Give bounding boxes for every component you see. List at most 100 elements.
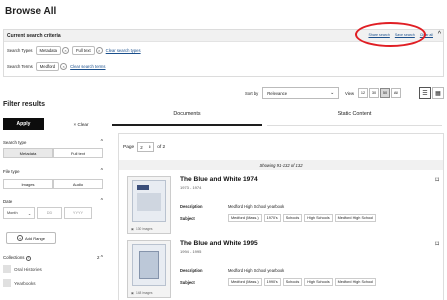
view-12-button[interactable]: 12: [358, 88, 369, 98]
clear-button[interactable]: × Clear: [59, 118, 103, 130]
page-input[interactable]: 2 ⇕: [137, 142, 155, 152]
remove-term-icon[interactable]: ×: [60, 62, 68, 70]
bookmark-icon[interactable]: ⌑: [435, 240, 439, 248]
image-count: ▣ 148 images: [131, 291, 153, 295]
subject-label: Subject: [180, 279, 195, 285]
remove-fulltext-icon[interactable]: ×: [95, 46, 103, 54]
subject-tag[interactable]: Schools: [282, 214, 303, 222]
search-terms-row: Search Terms Medford × Clear search term…: [7, 61, 106, 71]
item-years: 1973 - 1974: [180, 185, 202, 190]
search-term-chip: Medford: [35, 61, 60, 71]
file-type-facet[interactable]: File type ^: [3, 167, 103, 175]
subject-tag[interactable]: Medford High School: [334, 214, 377, 222]
sort-value: Relevance: [267, 90, 288, 96]
grid-view-icon[interactable]: ▦: [432, 87, 444, 99]
date-label: Date: [3, 198, 13, 204]
checkbox-icon: [3, 265, 11, 273]
yearbook-cover-image: [132, 180, 166, 222]
page-title: Browse All: [5, 6, 57, 17]
image-icon: ▣: [131, 291, 135, 295]
view-30-button[interactable]: 30: [369, 88, 380, 98]
chevron-up-icon: ^: [100, 139, 103, 145]
date-inputs: Month ⌄ DD YYYY: [3, 207, 94, 219]
thumbnail[interactable]: ▣ 130 images: [127, 176, 171, 234]
item-title[interactable]: The Blue and White 1995: [180, 240, 258, 247]
image-icon: ▣: [131, 227, 135, 231]
search-type-facet[interactable]: Search type ^: [3, 138, 103, 146]
remove-metadata-icon[interactable]: ×: [62, 46, 69, 54]
search-terms-label: Search Terms: [7, 63, 33, 69]
collection-oral-histories[interactable]: Oral Histories: [3, 265, 42, 273]
search-types-label: Search Types: [7, 47, 33, 53]
subject-label: Subject: [180, 215, 195, 221]
list-item[interactable]: ▣ 130 images The Blue and White 1974 1973…: [127, 176, 439, 236]
collapse-chevron-icon[interactable]: ^: [438, 31, 441, 38]
item-years: 1994 - 1995: [180, 249, 202, 254]
sort-label: Sort by: [245, 90, 259, 96]
stepper-icon: ⇕: [148, 145, 152, 149]
images-option[interactable]: Images: [3, 179, 53, 189]
audio-option[interactable]: Audio: [53, 179, 103, 189]
collection-label: Oral Histories: [14, 266, 42, 272]
fulltext-option[interactable]: Full text: [53, 148, 103, 158]
description-row: Description Medford High School yearbook: [180, 204, 284, 209]
subject-tag[interactable]: Medford High School: [334, 278, 377, 286]
plus-circle-icon: +: [16, 235, 23, 241]
search-type-chip: Metadata: [35, 45, 61, 55]
date-facet[interactable]: Date ^: [3, 197, 103, 205]
subject-tag[interactable]: Medford (Mass.): [228, 278, 262, 286]
year-input[interactable]: YYYY: [64, 207, 92, 219]
yearbook-cover-image: [132, 244, 166, 286]
description-value: Medford High School yearbook: [228, 204, 285, 209]
collection-label: Yearbooks: [14, 280, 36, 286]
description-value: Medford High School yearbook: [228, 268, 285, 273]
subject-row: Subject Medford (Mass.) 1970's Schools H…: [180, 214, 378, 222]
tab-static-content[interactable]: Static Content: [267, 103, 442, 126]
subject-tag[interactable]: 1970's: [263, 214, 281, 222]
checkbox-icon: [3, 279, 11, 287]
image-count: ▣ 130 images: [131, 227, 153, 231]
month-value: Month: [7, 211, 18, 215]
page-total: of 2: [157, 144, 166, 150]
apply-button[interactable]: Apply: [3, 118, 44, 130]
list-item[interactable]: ▣ 148 images The Blue and White 1995 1994…: [127, 240, 439, 300]
filter-sidebar: Filter results Apply × Clear Search type…: [3, 101, 103, 287]
collection-yearbooks[interactable]: Yearbooks: [3, 279, 36, 287]
chevron-up-icon: ^: [100, 168, 103, 174]
search-types-row: Search Types Metadata × Full text × Clea…: [7, 45, 141, 55]
tab-documents[interactable]: Documents: [112, 103, 262, 126]
add-range-button[interactable]: + Add Range: [6, 232, 56, 244]
results-panel: Page 2 ⇕ of 2 Showing 91-132 of 132 ▣ 130…: [118, 133, 444, 300]
description-row: Description Medford High School yearbook: [180, 268, 284, 273]
subject-tag[interactable]: 1990's: [263, 278, 281, 286]
page-label: Page: [123, 144, 135, 150]
view-control: View 12 30 50 All: [345, 86, 402, 100]
sort-select[interactable]: Relevance ⌄: [262, 87, 340, 99]
bookmark-icon[interactable]: ⌑: [435, 176, 439, 184]
view-50-button[interactable]: 50: [380, 88, 391, 98]
view-all-button[interactable]: All: [391, 88, 402, 98]
item-title[interactable]: The Blue and White 1974: [180, 176, 258, 183]
thumbnail[interactable]: ▣ 148 images: [127, 240, 171, 298]
clear-search-types-link[interactable]: Clear search types: [106, 48, 141, 53]
collections-count: 2 ^: [96, 255, 103, 261]
sort-control: Sort by Relevance ⌄: [245, 86, 340, 100]
collections-facet[interactable]: Collections i 2 ^: [3, 254, 103, 262]
subject-tag[interactable]: High Schools: [304, 214, 333, 222]
chevron-down-icon: ⌄: [330, 90, 335, 96]
search-type-label: Search type: [3, 139, 27, 145]
metadata-option[interactable]: Metadata: [3, 148, 53, 158]
list-view-icon[interactable]: ☰: [419, 87, 431, 99]
add-range-label: Add Range: [24, 235, 45, 241]
subject-tag[interactable]: Schools: [282, 278, 303, 286]
collections-label: Collections i: [3, 255, 31, 261]
subject-tag[interactable]: High Schools: [304, 278, 333, 286]
result-tabs: Documents Static Content: [112, 103, 444, 126]
search-type-chip: Full text: [72, 45, 95, 55]
clear-search-terms-link[interactable]: Clear search terms: [70, 64, 105, 69]
day-input[interactable]: DD: [37, 207, 62, 219]
subject-tag[interactable]: Medford (Mass.): [228, 214, 262, 222]
results-count: Showing 91-132 of 132: [119, 160, 443, 170]
highlight-ring: [355, 22, 426, 47]
month-select[interactable]: Month ⌄: [3, 207, 35, 219]
